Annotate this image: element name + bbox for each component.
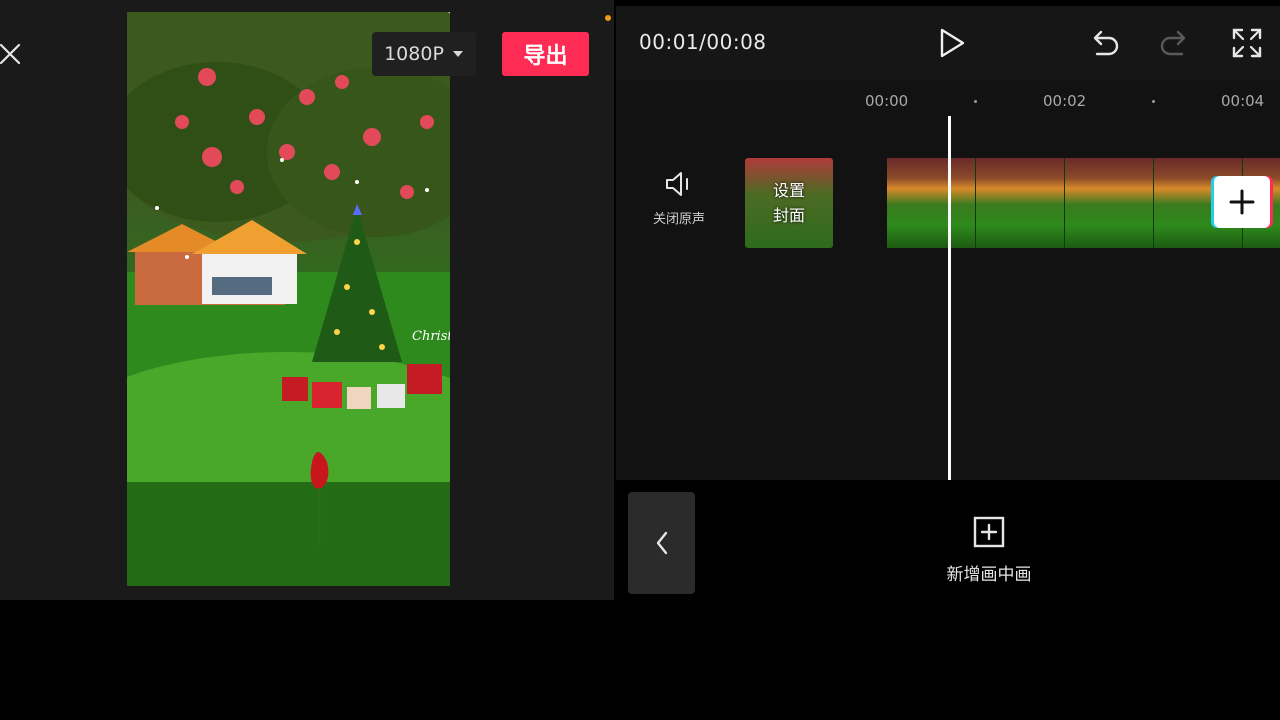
export-button[interactable]: 导出	[502, 32, 589, 76]
chevron-left-icon	[656, 531, 667, 555]
resolution-label: 1080P	[384, 43, 444, 65]
play-button[interactable]	[936, 26, 968, 60]
tick-dot	[1152, 100, 1155, 103]
fullscreen-icon	[1232, 28, 1262, 58]
time-tick: 00:04	[1221, 92, 1265, 110]
play-icon	[940, 28, 965, 58]
mute-original-audio-button[interactable]: 关闭原声	[644, 170, 714, 227]
clip-frame	[887, 158, 976, 248]
video-preview[interactable]: Christm	[127, 12, 450, 586]
undo-icon	[1093, 30, 1119, 56]
cover-label: 设置 封面	[773, 178, 805, 228]
set-cover-button[interactable]: 设置 封面	[745, 158, 833, 248]
mute-label: 关闭原声	[652, 212, 705, 227]
bottom-toolbar: 新增画中画	[616, 480, 1280, 600]
add-pip-button[interactable]: 新增画中画	[936, 516, 1042, 585]
tick-dot	[974, 100, 977, 103]
cover-label-line1: 设置	[772, 181, 805, 200]
close-icon	[0, 43, 21, 65]
undo-button[interactable]	[1087, 26, 1121, 60]
time-tick: 00:02	[1043, 92, 1087, 110]
add-pip-label: 新增画中画	[946, 565, 1032, 585]
add-clip-button[interactable]	[1214, 176, 1270, 228]
back-button[interactable]	[628, 492, 695, 594]
playback-toolbar: 00:01/00:08	[616, 6, 1280, 80]
preview-scene-image: Christm	[127, 12, 450, 586]
fullscreen-button[interactable]	[1230, 26, 1264, 60]
notification-dot	[605, 15, 611, 21]
resolution-dropdown[interactable]: 1080P	[372, 32, 476, 76]
clip-frame	[1065, 158, 1154, 248]
playhead[interactable]	[948, 116, 951, 480]
add-square-icon	[973, 516, 1005, 548]
caret-down-icon	[452, 51, 463, 57]
clip-frame	[976, 158, 1065, 248]
preview-panel: Christm 1080P 导出	[0, 0, 614, 600]
close-button[interactable]	[0, 38, 22, 70]
timecode: 00:01/00:08	[639, 30, 767, 54]
cover-label-line2: 封面	[772, 206, 805, 225]
redo-button[interactable]	[1158, 26, 1192, 60]
plus-icon	[1229, 189, 1255, 215]
time-tick: 00:00	[865, 92, 909, 110]
watermark-text: Christm	[412, 329, 450, 344]
timeline-area[interactable]: 00:00 00:02 00:04 关闭原声 设置 封面	[616, 80, 1280, 480]
speaker-icon	[666, 172, 688, 196]
redo-icon	[1160, 30, 1186, 56]
